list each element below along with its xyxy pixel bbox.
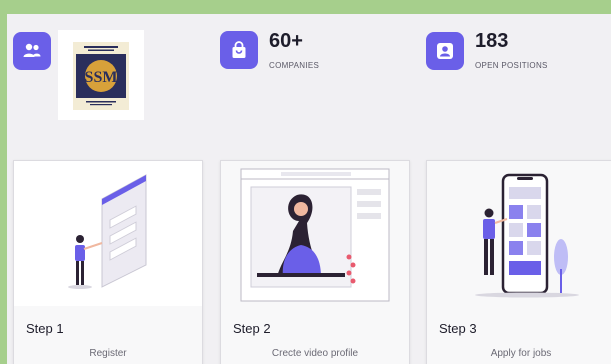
apply-jobs-illustration: [427, 161, 611, 306]
svg-text:SSM: SSM: [85, 69, 118, 86]
register-illustration: [14, 161, 202, 306]
university-logo: SSM: [58, 30, 144, 120]
open-positions-label: OPEN POSITIONS: [475, 61, 548, 70]
step-card-3[interactable]: Step 3 Apply for jobs: [426, 160, 611, 364]
companies-count: 60+: [269, 30, 303, 52]
users-icon: [13, 32, 51, 70]
video-profile-illustration: [221, 161, 409, 306]
step-description: Crecte video profile: [271, 348, 359, 359]
step-card-1[interactable]: Step 1 Register: [13, 160, 203, 364]
step-title: Step 1: [26, 321, 64, 336]
companies-label: COMPANIES: [269, 61, 320, 70]
page-content: SSM 60+ COMPANIES 183 OPEN POSITIONS Ste…: [7, 14, 611, 364]
step-title: Step 3: [439, 321, 477, 336]
step-description: Apply for jobs: [490, 348, 552, 359]
user-badge-icon: [426, 32, 464, 70]
step-title: Step 2: [233, 321, 271, 336]
step-card-2[interactable]: Step 2 Crecte video profile: [220, 160, 410, 364]
open-positions-count: 183: [475, 30, 509, 52]
step-description: Register: [89, 348, 127, 359]
shopping-bag-icon: [220, 31, 258, 69]
